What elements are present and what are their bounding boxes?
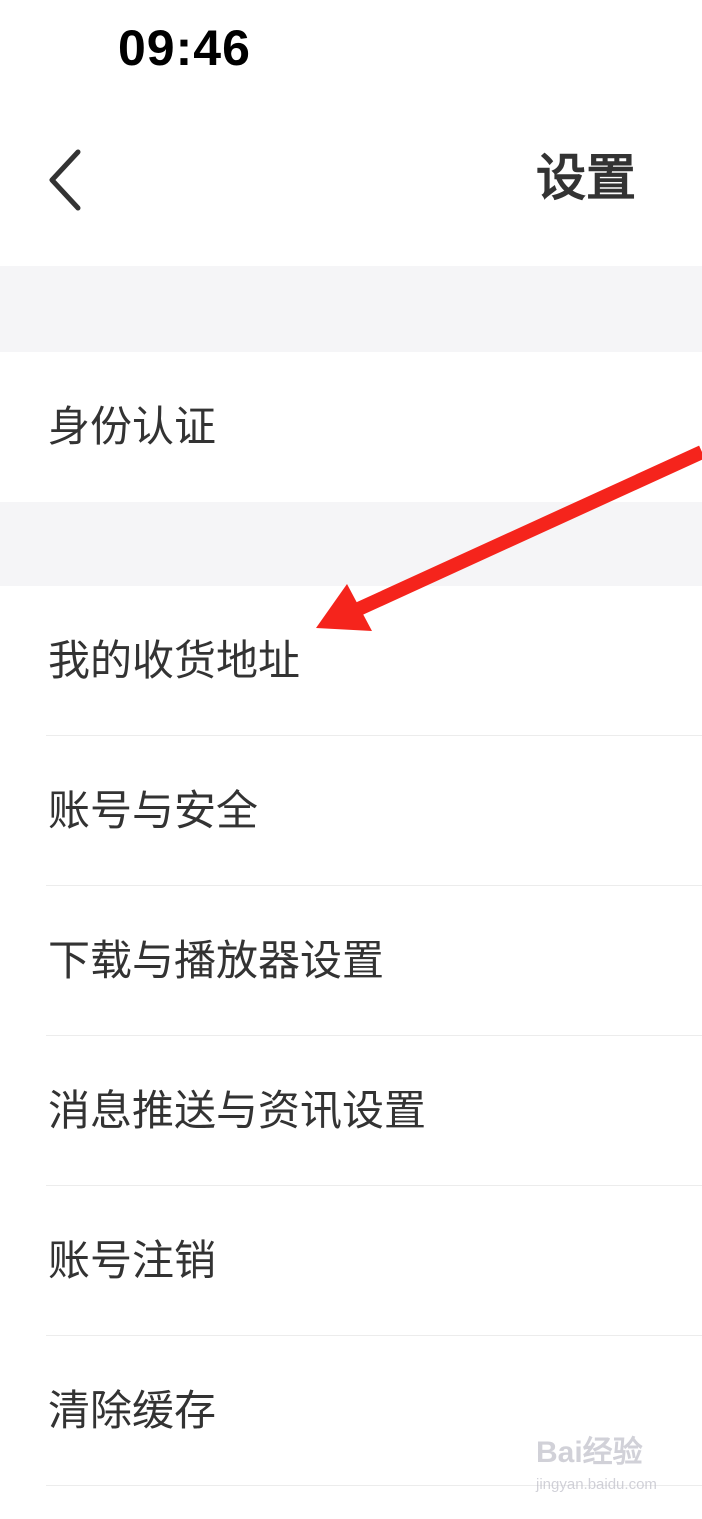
watermark-logo: Bai经验 jingyan.baidu.com	[536, 1436, 676, 1506]
settings-item-label: 下载与播放器设置	[48, 936, 385, 985]
settings-item-label: 账号与安全	[48, 786, 259, 835]
settings-item-identity-verification[interactable]: 身份认证	[0, 352, 702, 502]
settings-item-push-notifications[interactable]: 消息推送与资讯设置	[0, 1036, 702, 1186]
page-title: 设置	[536, 149, 636, 207]
status-bar: 09:46	[0, 0, 702, 100]
watermark-url: jingyan.baidu.com	[536, 1476, 657, 1493]
settings-item-account-deletion[interactable]: 账号注销	[0, 1186, 702, 1336]
chevron-left-icon	[49, 149, 81, 211]
settings-item-account-security[interactable]: 账号与安全	[0, 736, 702, 886]
settings-item-shipping-address[interactable]: 我的收货地址	[0, 586, 702, 736]
settings-item-label: 清除缓存	[48, 1386, 217, 1435]
back-button[interactable]	[34, 140, 98, 220]
settings-item-label: 我的收货地址	[48, 636, 301, 685]
settings-item-label: 账号注销	[48, 1236, 217, 1285]
settings-screen: 09:46 设置 身份认证 我的收货地址 账号与安全 下载与播放器设置 消息推送…	[0, 0, 702, 1519]
section-spacer	[0, 502, 702, 586]
watermark-brand: Bai经验	[536, 1436, 643, 1469]
navigation-bar: 设置	[0, 100, 702, 266]
section-spacer	[0, 266, 702, 352]
settings-item-label: 身份认证	[48, 402, 217, 451]
settings-item-label: 消息推送与资讯设置	[48, 1086, 427, 1135]
status-time: 09:46	[118, 20, 251, 76]
settings-item-download-player[interactable]: 下载与播放器设置	[0, 886, 702, 1036]
